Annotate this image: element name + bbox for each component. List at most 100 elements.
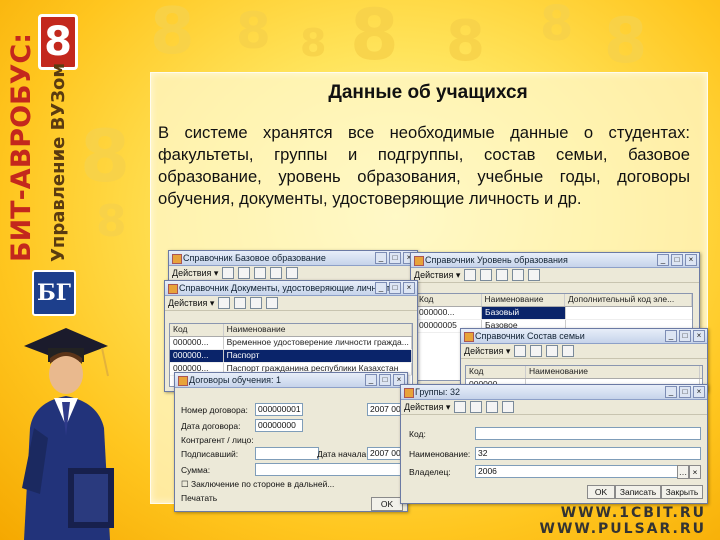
brand-logo-bg: БГ (32, 270, 76, 316)
field-label: Номер договора: (181, 405, 248, 415)
actions-menu[interactable]: Действия ▾ (404, 402, 450, 413)
ok-button[interactable]: OK (587, 485, 615, 499)
close-icon[interactable]: × (403, 282, 415, 294)
field-label: Подписавший: (181, 449, 239, 459)
checkbox-contract[interactable]: ☐ Заключение по стороне в дальней... (181, 479, 334, 490)
signatory-input[interactable] (255, 447, 319, 460)
actions-menu[interactable]: Действия ▾ (414, 270, 460, 281)
window-title: Справочник Документы, удостоверяющие лич… (179, 283, 395, 293)
add-icon[interactable] (514, 345, 527, 357)
edit-icon[interactable] (496, 269, 509, 281)
window-family[interactable]: Справочник Состав семьи _ □ × Действия ▾ К… (460, 328, 708, 392)
background-digit: 8 (300, 21, 327, 65)
background-digit: 8 (150, 0, 195, 69)
field-label: Дата договора: (181, 421, 241, 431)
contract-number-input[interactable]: 000000001 (255, 403, 303, 416)
filter-icon[interactable] (286, 267, 299, 279)
url-1cbit[interactable]: WWW.1CBIT.RU (561, 505, 706, 521)
brand-logo-8: 8 (38, 14, 78, 70)
add-icon[interactable] (222, 267, 235, 279)
actions-menu[interactable]: Действия ▾ (168, 298, 214, 309)
owner-input[interactable]: 2006 (475, 465, 679, 478)
delete-icon[interactable] (562, 345, 575, 357)
slide-body: В системе хранятся все необходимые данны… (158, 123, 690, 208)
actions-menu[interactable]: Действия ▾ (172, 268, 218, 279)
window-title: Договоры обучения: 1 (189, 375, 281, 385)
history-icon[interactable] (486, 401, 499, 413)
table-row-selected[interactable]: 000000... Паспорт (170, 350, 412, 363)
minimize-icon[interactable]: _ (365, 374, 377, 386)
maximize-icon[interactable]: □ (389, 282, 401, 294)
column-header[interactable]: Код (466, 366, 526, 378)
table-row[interactable]: 000000... Базовый (416, 307, 692, 320)
field-label: Печатать (181, 493, 218, 503)
brand-subtitle: Управление ВУЗом (48, 62, 69, 262)
close-icon[interactable]: × (693, 330, 705, 342)
column-header[interactable]: Наименование (224, 324, 412, 336)
column-header[interactable]: Код (416, 294, 482, 306)
field-label: Контрагент / лицо: (181, 435, 254, 445)
code-label: Код: (409, 429, 426, 439)
background-digit: 8 (540, 0, 574, 52)
slide-title: Данные об учащихся (328, 82, 528, 103)
save-icon[interactable] (454, 401, 467, 413)
actions-menu[interactable]: Действия ▾ (464, 346, 510, 357)
delete-icon[interactable] (266, 297, 279, 309)
url-pulsar[interactable]: WWW.PULSAR.RU (540, 521, 706, 537)
minimize-icon[interactable]: _ (657, 254, 669, 266)
code-input[interactable] (475, 427, 701, 440)
maximize-icon[interactable]: □ (389, 252, 401, 264)
copy-icon[interactable] (234, 297, 247, 309)
edit-icon[interactable] (254, 267, 267, 279)
clear-button[interactable]: × (689, 465, 701, 479)
add-icon[interactable] (464, 269, 477, 281)
name-label: Наименование: (409, 449, 471, 459)
save-button[interactable]: Записать (615, 485, 661, 499)
edit-icon[interactable] (546, 345, 559, 357)
delete-icon[interactable] (512, 269, 525, 281)
copy-icon[interactable] (530, 345, 543, 357)
minimize-icon[interactable]: _ (375, 282, 387, 294)
background-digit: 8 (350, 0, 399, 76)
maximize-icon[interactable]: □ (679, 330, 691, 342)
window-title: Справочник Базовое образование (183, 253, 326, 263)
search-icon[interactable] (528, 269, 541, 281)
contract-date-field[interactable]: 00000000 (255, 419, 303, 432)
copy-icon[interactable] (238, 267, 251, 279)
field-label: Дата начала: (317, 449, 369, 459)
graduate-student-illustration (22, 328, 114, 540)
amount-input[interactable] (255, 463, 405, 476)
delete-icon[interactable] (270, 267, 283, 279)
column-header[interactable]: Дополнительный код эле... (565, 294, 692, 306)
background-digit: 8 (446, 9, 485, 74)
column-header[interactable]: Код (170, 324, 224, 336)
maximize-icon[interactable]: □ (379, 374, 391, 386)
copy-icon[interactable] (480, 269, 493, 281)
minimize-icon[interactable]: _ (375, 252, 387, 264)
name-input[interactable]: 32 (475, 447, 701, 460)
maximize-icon[interactable]: □ (671, 254, 683, 266)
ok-button[interactable]: OK (371, 497, 403, 511)
edit-icon[interactable] (250, 297, 263, 309)
close-icon[interactable]: × (685, 254, 697, 266)
window-title: Справочник Состав семьи (475, 331, 585, 341)
table-row[interactable]: 000000... Вре​менное удостоверение личнос… (170, 337, 412, 350)
owner-label: Владелец: (409, 467, 451, 477)
select-button[interactable]: … (677, 465, 689, 479)
column-header[interactable]: Наименование (482, 294, 565, 306)
close-button[interactable]: Закрыть (661, 485, 703, 499)
window-title: Справочник Уровень образования (425, 255, 568, 265)
window-title: Группы: 32 (415, 387, 460, 397)
maximize-icon[interactable]: □ (679, 386, 691, 398)
minimize-icon[interactable]: _ (665, 330, 677, 342)
help-icon[interactable] (502, 401, 515, 413)
window-groups[interactable]: Группы: 32 _ □ × Действия ▾ Код: Наименова… (400, 384, 708, 504)
refresh-icon[interactable] (470, 401, 483, 413)
background-digit: 8 (80, 114, 131, 198)
minimize-icon[interactable]: _ (665, 386, 677, 398)
close-icon[interactable]: × (693, 386, 705, 398)
field-label: Сумма: (181, 465, 211, 475)
column-header[interactable]: Наименование (526, 366, 700, 378)
window-contract[interactable]: Договоры обучения: 1 _ □ × Номер договора:… (174, 372, 408, 512)
add-icon[interactable] (218, 297, 231, 309)
